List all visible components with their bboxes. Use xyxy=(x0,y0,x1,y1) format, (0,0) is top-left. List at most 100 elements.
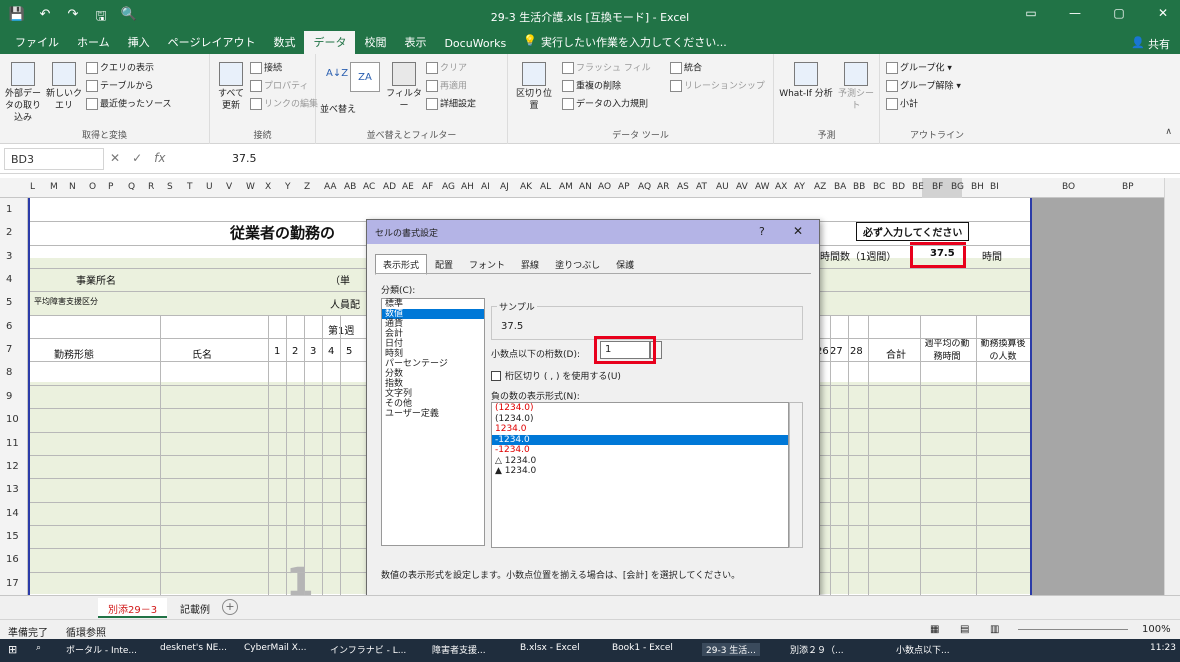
column-header-bh[interactable]: BH xyxy=(971,182,984,192)
column-header-aa[interactable]: AA xyxy=(324,182,337,192)
column-header-ar[interactable]: AR xyxy=(657,182,669,192)
tab-page-layout[interactable]: ページレイアウト xyxy=(159,31,265,54)
row-header-6[interactable]: 6 xyxy=(6,321,12,332)
taskbar-app-item[interactable]: 障害者支援... xyxy=(432,643,486,656)
properties-button[interactable]: プロパティ xyxy=(250,80,308,93)
column-header-be[interactable]: BE xyxy=(912,182,924,192)
tab-fill[interactable]: 塗りつぶし xyxy=(547,254,608,275)
column-header-ad[interactable]: AD xyxy=(383,182,396,192)
ungroup-button[interactable]: グループ解除 ▾ xyxy=(886,80,961,93)
what-if-button[interactable]: What-If 分析 xyxy=(778,62,834,100)
dialog-help-button[interactable]: ? xyxy=(759,225,765,238)
column-header-aj[interactable]: AJ xyxy=(500,182,509,192)
separator-checkbox[interactable]: 桁区切り ( , ) を使用する(U) xyxy=(491,369,621,382)
page-break-view-icon[interactable]: ▥ xyxy=(990,624,999,635)
taskbar-app-item[interactable]: CyberMail X... xyxy=(244,643,306,653)
filter-button[interactable]: フィルター xyxy=(386,62,422,112)
page-layout-view-icon[interactable]: ▤ xyxy=(960,624,969,635)
negative-format-item[interactable]: △ 1234.0 xyxy=(492,456,788,467)
column-header-ah[interactable]: AH xyxy=(461,182,474,192)
sort-dialog-icon[interactable]: ZA xyxy=(350,62,380,92)
forecast-sheet-button[interactable]: 予測シート xyxy=(838,62,874,112)
remove-duplicates-button[interactable]: 重複の削除 xyxy=(562,80,621,93)
negative-format-item[interactable]: (1234.0) xyxy=(492,414,788,425)
relationships-button[interactable]: リレーションシップ xyxy=(670,80,765,93)
from-table-button[interactable]: テーブルから xyxy=(86,80,153,93)
tab-data[interactable]: データ xyxy=(304,31,356,54)
column-header-bi[interactable]: BI xyxy=(990,182,999,192)
sheet-tab-example[interactable]: 記載例 xyxy=(170,598,220,618)
taskbar-app-item[interactable]: ポータル - Inte... xyxy=(66,643,137,656)
name-box[interactable]: BD3 xyxy=(4,148,104,170)
column-header-ba[interactable]: BA xyxy=(834,182,846,192)
category-item[interactable]: 会計 xyxy=(382,329,484,339)
tab-number[interactable]: 表示形式 xyxy=(375,254,428,275)
column-header-al[interactable]: AL xyxy=(540,182,551,192)
column-header-l[interactable]: L xyxy=(30,182,35,192)
column-header-af[interactable]: AF xyxy=(422,182,433,192)
category-item[interactable]: その他 xyxy=(382,399,484,409)
column-header-y[interactable]: Y xyxy=(285,182,291,192)
negative-list-scrollbar[interactable] xyxy=(789,402,803,548)
column-header-bg[interactable]: BG xyxy=(951,182,964,192)
category-list[interactable]: 標準 数値 通貨 会計 日付 時刻 パーセンテージ 分数 指数 文字列 その他 ユーザー定義 xyxy=(381,298,485,546)
taskbar-app-item[interactable]: B.xlsx - Excel xyxy=(520,643,580,653)
tab-file[interactable]: ファイル xyxy=(6,31,68,54)
taskbar-app-item[interactable]: 別添２９（... xyxy=(790,643,844,656)
dialog-close-button[interactable]: ✕ xyxy=(793,224,803,238)
refresh-all-button[interactable]: すべて更新 xyxy=(214,62,248,112)
column-header-ay[interactable]: AY xyxy=(794,182,805,192)
column-header-az[interactable]: AZ xyxy=(814,182,826,192)
negative-format-item[interactable]: ▲ 1234.0 xyxy=(492,466,788,477)
share-button[interactable]: 👤 共有 xyxy=(1131,36,1170,52)
row-header-3[interactable]: 3 xyxy=(6,251,12,262)
tab-view[interactable]: 表示 xyxy=(395,31,435,54)
tab-insert[interactable]: 挿入 xyxy=(119,31,159,54)
collapse-ribbon-icon[interactable]: ∧ xyxy=(1165,127,1172,137)
row-header-16[interactable]: 16 xyxy=(6,554,19,565)
connections-button[interactable]: 接続 xyxy=(250,62,282,75)
text-to-columns-button[interactable]: 区切り位置 xyxy=(512,62,556,112)
column-header-ag[interactable]: AG xyxy=(442,182,455,192)
row-header-17[interactable]: 17 xyxy=(6,578,19,589)
row-header-15[interactable]: 15 xyxy=(6,531,19,542)
column-header-bb[interactable]: BB xyxy=(853,182,865,192)
clock[interactable]: 11:23 xyxy=(1150,643,1176,653)
recent-sources-button[interactable]: 最近使ったソース xyxy=(86,98,172,111)
column-header-o[interactable]: O xyxy=(89,182,96,192)
tab-border[interactable]: 罫線 xyxy=(513,254,547,275)
maximize-button[interactable]: ▢ xyxy=(1110,6,1128,20)
column-header-as[interactable]: AS xyxy=(677,182,689,192)
tab-font[interactable]: フォント xyxy=(461,254,513,275)
show-queries-button[interactable]: クエリの表示 xyxy=(86,62,154,75)
column-header-ai[interactable]: AI xyxy=(481,182,490,192)
zoom-slider[interactable] xyxy=(1018,629,1128,630)
column-header-at[interactable]: AT xyxy=(696,182,707,192)
column-header-p[interactable]: P xyxy=(108,182,113,192)
negative-format-item[interactable]: 1234.0 xyxy=(492,424,788,435)
column-header-bo[interactable]: BO xyxy=(1062,182,1075,192)
data-validation-button[interactable]: データの入力規則 xyxy=(562,98,648,111)
row-header-4[interactable]: 4 xyxy=(6,274,12,285)
row-header-7[interactable]: 7 xyxy=(6,344,12,355)
column-header-m[interactable]: M xyxy=(50,182,58,192)
flash-fill-button[interactable]: フラッシュ フィル xyxy=(562,62,651,75)
category-item[interactable]: 文字列 xyxy=(382,389,484,399)
row-header-10[interactable]: 10 xyxy=(6,414,19,425)
insert-function-icon[interactable]: fx xyxy=(154,151,165,165)
tab-formulas[interactable]: 数式 xyxy=(264,31,304,54)
column-header-ae[interactable]: AE xyxy=(402,182,414,192)
column-header-ap[interactable]: AP xyxy=(618,182,630,192)
row-header-12[interactable]: 12 xyxy=(6,461,19,472)
taskbar-app-item[interactable]: desknet's NE... xyxy=(160,643,227,653)
close-button[interactable]: ✕ xyxy=(1154,6,1172,20)
tab-home[interactable]: ホーム xyxy=(68,31,119,54)
column-header-w[interactable]: W xyxy=(246,182,255,192)
subtotal-button[interactable]: 小計 xyxy=(886,98,918,111)
row-header-2[interactable]: 2 xyxy=(6,227,12,238)
column-header-au[interactable]: AU xyxy=(716,182,729,192)
enter-icon[interactable]: ✓ xyxy=(132,151,142,165)
negative-format-item[interactable]: -1234.0 xyxy=(492,434,788,445)
tab-docuworks[interactable]: DocuWorks xyxy=(435,34,515,54)
row-header-9[interactable]: 9 xyxy=(6,391,12,402)
